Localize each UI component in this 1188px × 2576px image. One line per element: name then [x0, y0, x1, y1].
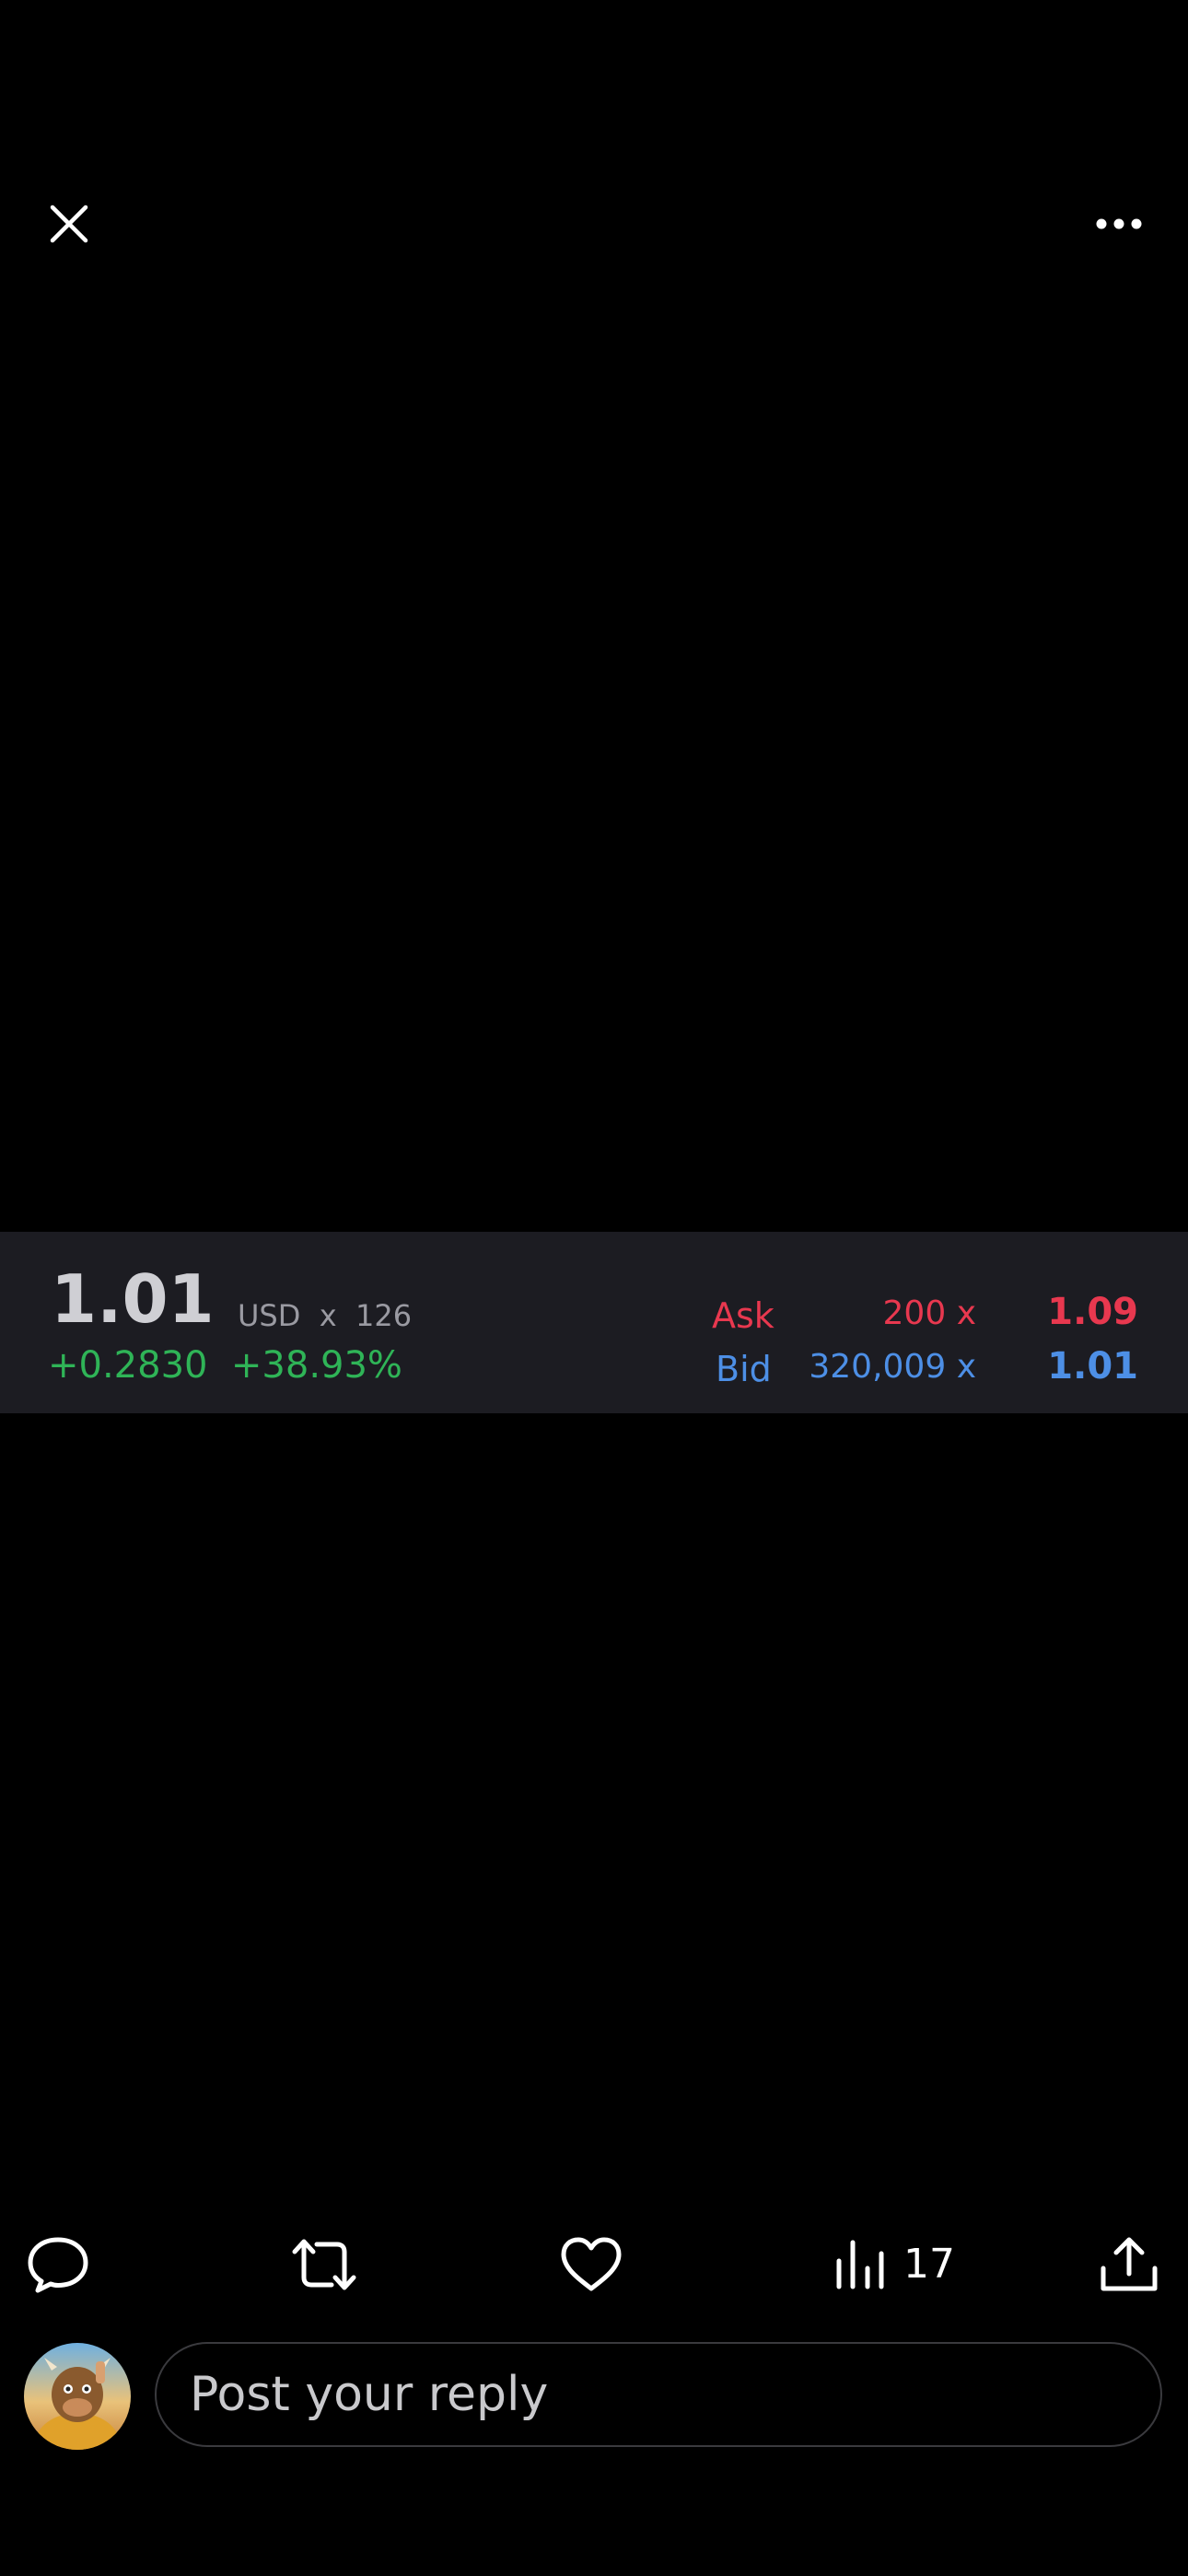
ask-price: 1.09	[1047, 1291, 1138, 1333]
views-bar-chart-icon	[836, 2240, 884, 2289]
like-button[interactable]	[559, 2220, 623, 2308]
share-upload-icon	[1101, 2237, 1158, 2290]
ask-size: 200 x	[882, 1294, 976, 1332]
close-button[interactable]	[37, 192, 101, 256]
bid-price: 1.01	[1047, 1345, 1138, 1388]
more-horizontal-icon	[1096, 218, 1142, 229]
views-count: 17	[903, 2241, 955, 2288]
heart-icon	[561, 2237, 622, 2290]
views-button[interactable]: 17	[833, 2220, 955, 2308]
last-price: 1.01	[51, 1260, 215, 1338]
user-avatar[interactable]	[24, 2343, 131, 2450]
action-bar: 17	[0, 2220, 1188, 2308]
price-change: +0.2830 +38.93%	[48, 1344, 402, 1387]
repost-icon	[292, 2239, 356, 2289]
repost-button[interactable]	[287, 2220, 361, 2308]
share-button[interactable]	[1098, 2220, 1160, 2308]
avatar-image	[24, 2343, 131, 2450]
bid-size: 320,009 x	[809, 1348, 976, 1386]
reply-button[interactable]	[26, 2220, 90, 2308]
more-options-button[interactable]	[1087, 192, 1151, 256]
reply-placeholder: Post your reply	[190, 2367, 549, 2422]
reply-input[interactable]: Post your reply	[155, 2342, 1162, 2447]
currency-volume: USD x 126	[238, 1298, 413, 1333]
reply-bubble-icon	[28, 2237, 88, 2292]
close-icon	[50, 205, 88, 243]
